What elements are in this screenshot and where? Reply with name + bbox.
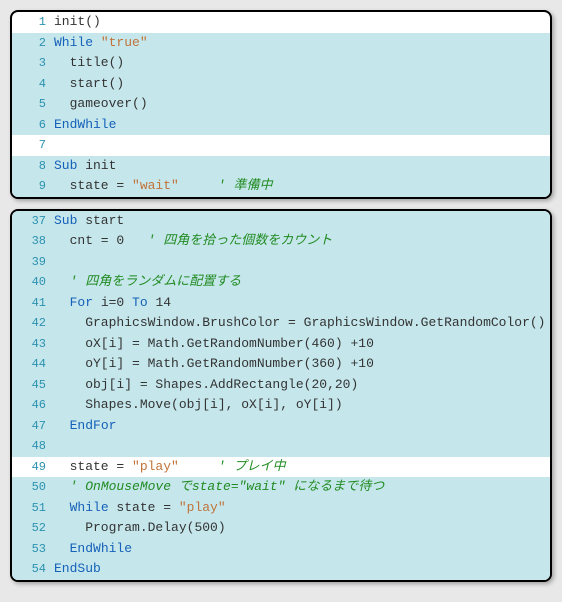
- line-number: 48: [12, 437, 54, 457]
- line-number: 51: [12, 499, 54, 519]
- code-line: 47 EndFor: [12, 416, 550, 437]
- line-number: 44: [12, 355, 54, 375]
- code-line: 50 ' OnMouseMove でstate="wait" になるまで待つ: [12, 477, 550, 498]
- code-line: 53 EndWhile: [12, 539, 550, 560]
- code-content: EndWhile: [54, 115, 550, 135]
- line-number: 1: [12, 13, 54, 33]
- line-number: 46: [12, 396, 54, 416]
- code-content: obj[i] = Shapes.AddRectangle(20,20): [54, 375, 550, 395]
- code-line: 2While "true": [12, 33, 550, 54]
- code-content: EndWhile: [54, 539, 550, 559]
- code-content: While "true": [54, 33, 550, 53]
- code-content: GraphicsWindow.BrushColor = GraphicsWind…: [54, 313, 550, 333]
- line-number: 3: [12, 54, 54, 74]
- code-line: 48: [12, 436, 550, 457]
- code-line: 3 title(): [12, 53, 550, 74]
- code-content: [54, 135, 550, 155]
- code-line: 7: [12, 135, 550, 156]
- code-line: 44 oY[i] = Math.GetRandomNumber(360) +10: [12, 354, 550, 375]
- code-line: 49 state = "play" ' プレイ中: [12, 457, 550, 478]
- code-content: EndFor: [54, 416, 550, 436]
- line-number: 41: [12, 294, 54, 314]
- code-content: state = "play" ' プレイ中: [54, 457, 550, 477]
- code-content: Sub start: [54, 211, 550, 231]
- code-line: 6EndWhile: [12, 115, 550, 136]
- code-line: 37Sub start: [12, 211, 550, 232]
- line-number: 7: [12, 136, 54, 156]
- line-number: 38: [12, 232, 54, 252]
- code-content: ' 四角をランダムに配置する: [54, 272, 550, 292]
- code-line: 1init(): [12, 12, 550, 33]
- code-line: 38 cnt = 0 ' 四角を拾った個数をカウント: [12, 231, 550, 252]
- code-content: Sub init: [54, 156, 550, 176]
- code-line: 8Sub init: [12, 156, 550, 177]
- code-content: state = "wait" ' 準備中: [54, 176, 550, 196]
- code-line: 42 GraphicsWindow.BrushColor = GraphicsW…: [12, 313, 550, 334]
- code-line: 43 oX[i] = Math.GetRandomNumber(460) +10: [12, 334, 550, 355]
- code-content: cnt = 0 ' 四角を拾った個数をカウント: [54, 231, 550, 251]
- code-content: ' OnMouseMove でstate="wait" になるまで待つ: [54, 477, 550, 497]
- code-block-1: 37Sub start38 cnt = 0 ' 四角を拾った個数をカウント39 …: [10, 209, 552, 582]
- code-line: 54EndSub: [12, 559, 550, 580]
- code-content: gameover(): [54, 94, 550, 114]
- code-line: 51 While state = "play": [12, 498, 550, 519]
- line-number: 49: [12, 458, 54, 478]
- code-block-0: 1init()2While "true"3 title()4 start()5 …: [10, 10, 552, 199]
- line-number: 47: [12, 417, 54, 437]
- code-content: oX[i] = Math.GetRandomNumber(460) +10: [54, 334, 550, 354]
- line-number: 42: [12, 314, 54, 334]
- line-number: 45: [12, 376, 54, 396]
- code-content: EndSub: [54, 559, 550, 579]
- line-number: 6: [12, 116, 54, 136]
- line-number: 8: [12, 157, 54, 177]
- line-number: 43: [12, 335, 54, 355]
- code-content: [54, 436, 550, 456]
- code-content: oY[i] = Math.GetRandomNumber(360) +10: [54, 354, 550, 374]
- code-content: title(): [54, 53, 550, 73]
- code-line: 39: [12, 252, 550, 273]
- code-line: 9 state = "wait" ' 準備中: [12, 176, 550, 197]
- code-content: While state = "play": [54, 498, 550, 518]
- line-number: 40: [12, 273, 54, 293]
- code-content: start(): [54, 74, 550, 94]
- code-content: Shapes.Move(obj[i], oX[i], oY[i]): [54, 395, 550, 415]
- code-content: [54, 252, 550, 272]
- line-number: 9: [12, 177, 54, 197]
- code-line: 52 Program.Delay(500): [12, 518, 550, 539]
- line-number: 50: [12, 478, 54, 498]
- code-line: 45 obj[i] = Shapes.AddRectangle(20,20): [12, 375, 550, 396]
- line-number: 4: [12, 75, 54, 95]
- line-number: 39: [12, 253, 54, 273]
- code-line: 40 ' 四角をランダムに配置する: [12, 272, 550, 293]
- code-line: 46 Shapes.Move(obj[i], oX[i], oY[i]): [12, 395, 550, 416]
- code-line: 41 For i=0 To 14: [12, 293, 550, 314]
- code-line: 4 start(): [12, 74, 550, 95]
- line-number: 2: [12, 34, 54, 54]
- line-number: 53: [12, 540, 54, 560]
- line-number: 37: [12, 212, 54, 232]
- code-content: init(): [54, 12, 550, 32]
- line-number: 54: [12, 560, 54, 580]
- code-content: Program.Delay(500): [54, 518, 550, 538]
- line-number: 5: [12, 95, 54, 115]
- code-line: 5 gameover(): [12, 94, 550, 115]
- line-number: 52: [12, 519, 54, 539]
- code-content: For i=0 To 14: [54, 293, 550, 313]
